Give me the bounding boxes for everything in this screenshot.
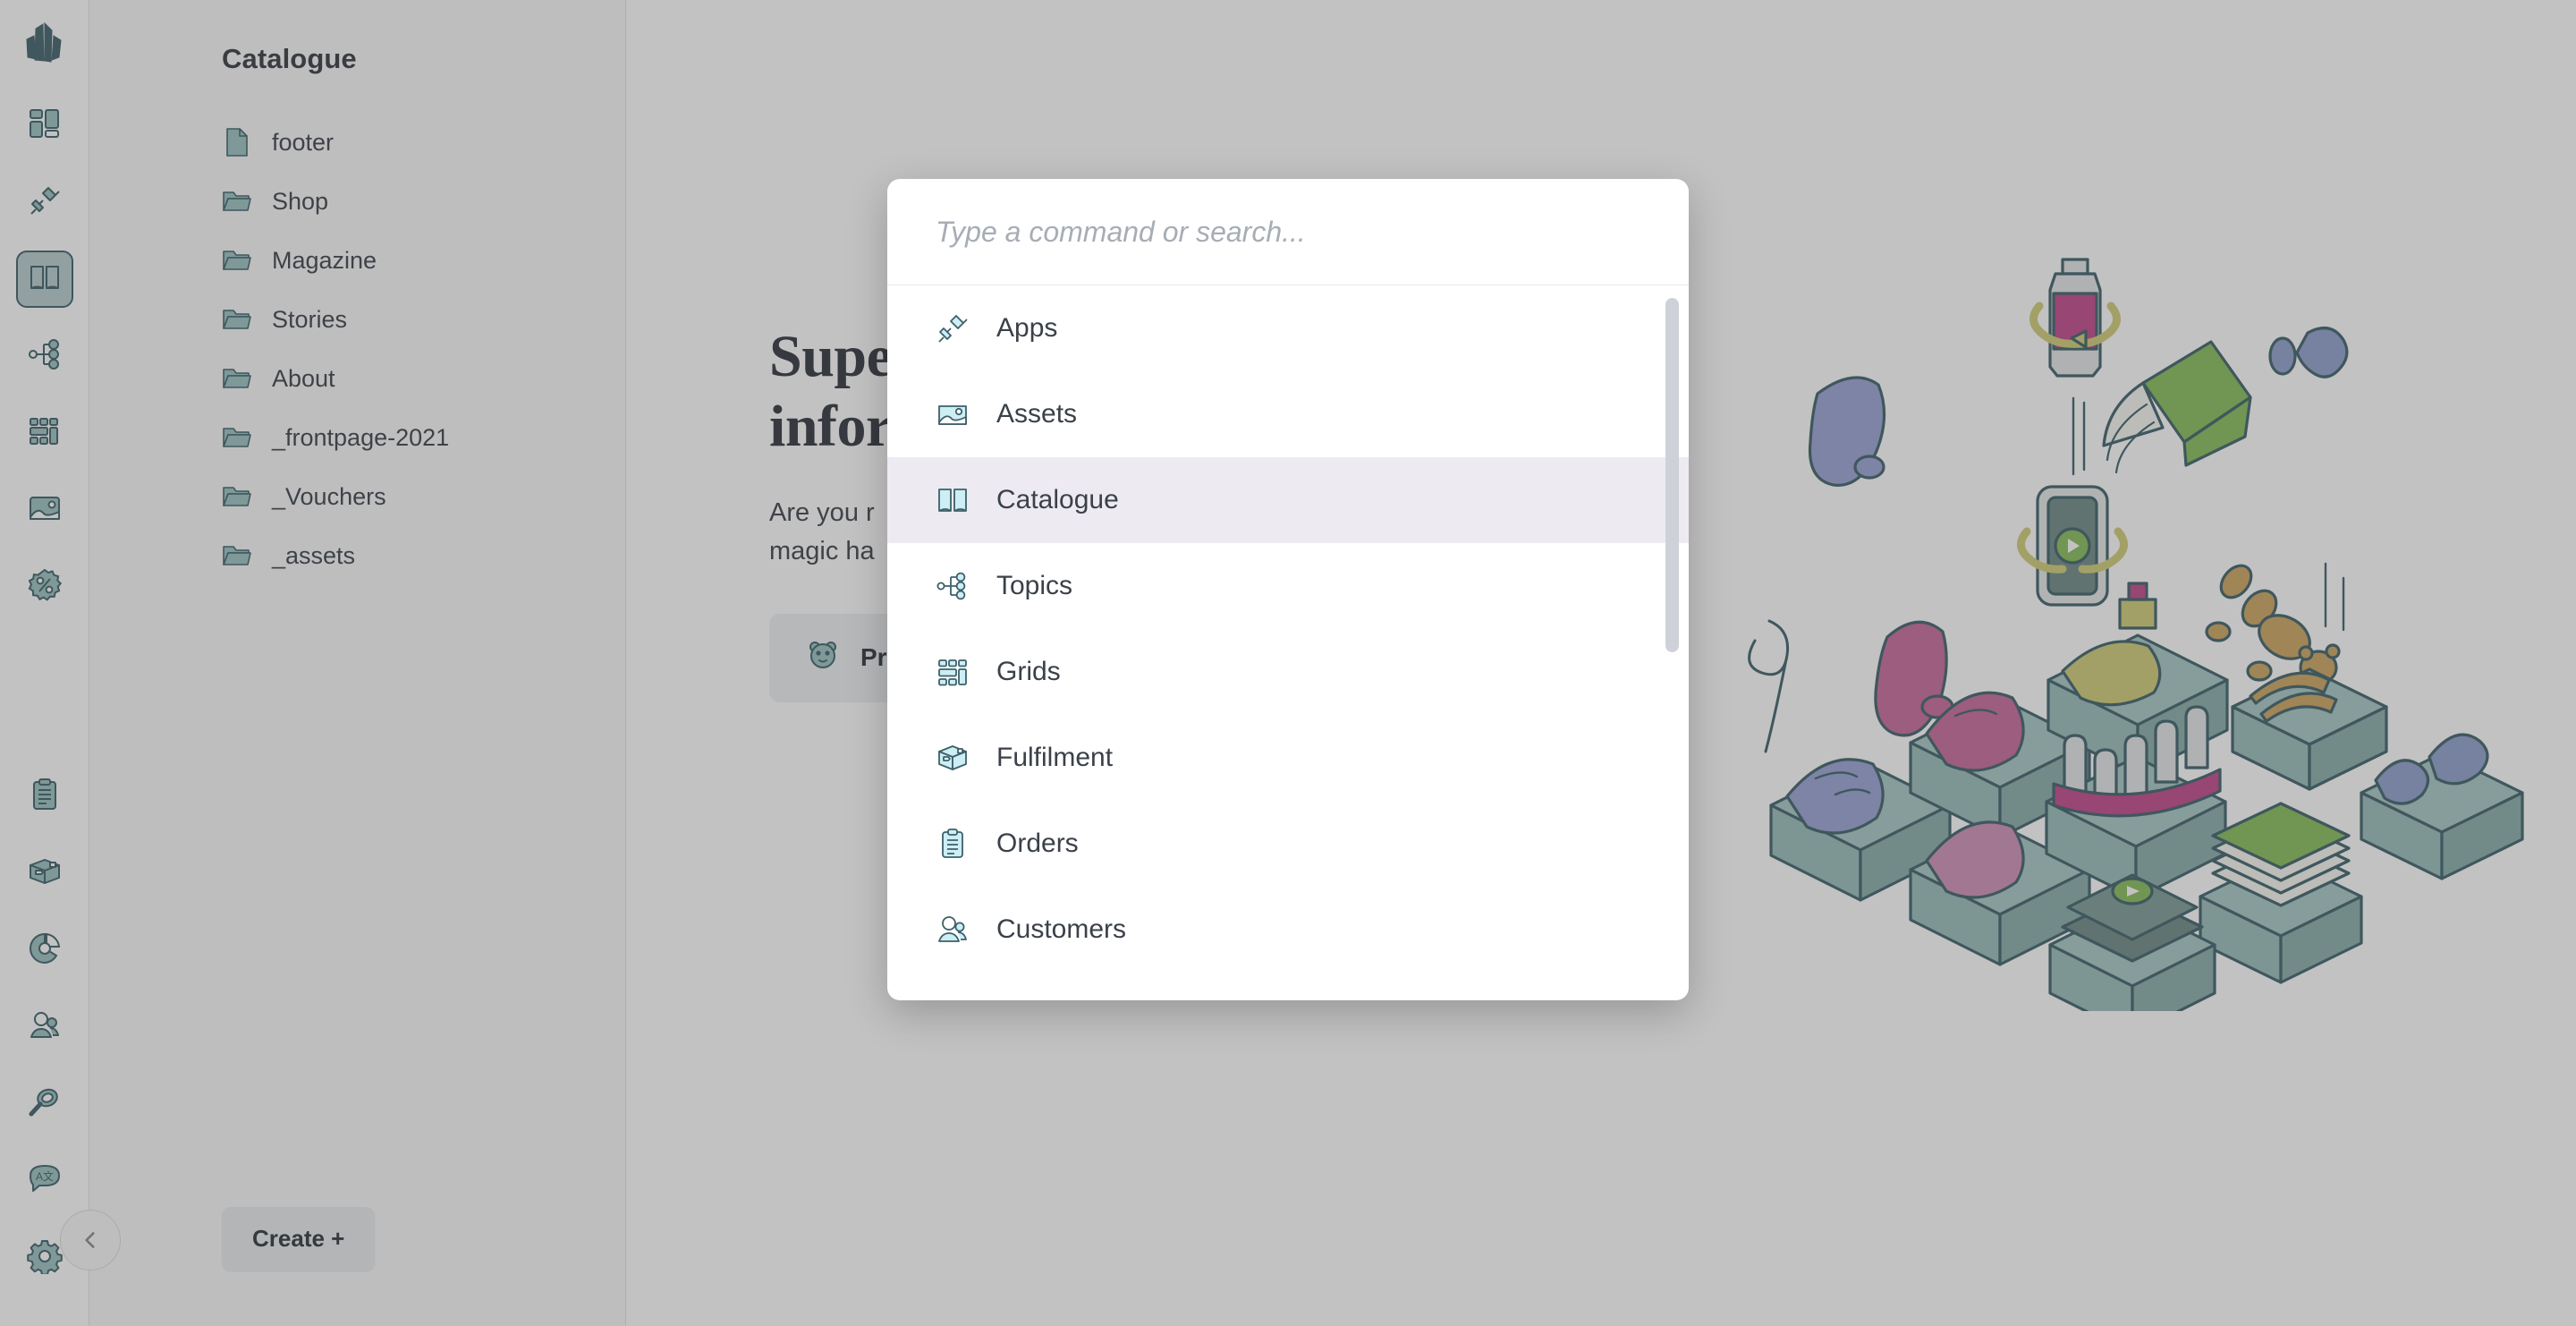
- command-item-topics[interactable]: Topics: [887, 543, 1689, 629]
- command-item-apps[interactable]: Apps: [887, 285, 1689, 371]
- command-item-customers[interactable]: Customers: [887, 887, 1689, 973]
- customers-icon: [934, 911, 971, 948]
- command-item-label: Fulfilment: [996, 743, 1114, 772]
- box-fulfilment-icon: [934, 739, 971, 777]
- command-palette-list: Apps Assets Catalogue Topics Grids Fulfi…: [887, 285, 1689, 1000]
- command-item-catalogue[interactable]: Catalogue: [887, 457, 1689, 543]
- command-item-label: Assets: [996, 399, 1078, 429]
- command-item-fulfilment[interactable]: Fulfilment: [887, 715, 1689, 801]
- topics-tree-icon: [934, 567, 971, 605]
- search-input[interactable]: [934, 214, 1642, 250]
- book-catalogue-icon: [934, 481, 971, 519]
- grids-icon: [934, 653, 971, 691]
- command-item-label: Orders: [996, 829, 1079, 858]
- image-assets-icon: [934, 395, 971, 433]
- command-item-label: Grids: [996, 657, 1061, 686]
- command-item-label: Topics: [996, 571, 1073, 600]
- command-item-orders[interactable]: Orders: [887, 801, 1689, 887]
- command-palette-search-row: [887, 179, 1689, 285]
- command-item-label: Customers: [996, 914, 1127, 944]
- vertical-scrollbar[interactable]: [1665, 298, 1679, 652]
- command-item-assets[interactable]: Assets: [887, 371, 1689, 457]
- command-palette-dialog: Apps Assets Catalogue: [887, 179, 1689, 1000]
- clipboard-orders-icon: [934, 825, 971, 863]
- command-item-label: Apps: [996, 313, 1058, 343]
- command-item-label: Catalogue: [996, 485, 1119, 514]
- plug-apps-icon: [934, 310, 971, 347]
- command-item-grids[interactable]: Grids: [887, 629, 1689, 715]
